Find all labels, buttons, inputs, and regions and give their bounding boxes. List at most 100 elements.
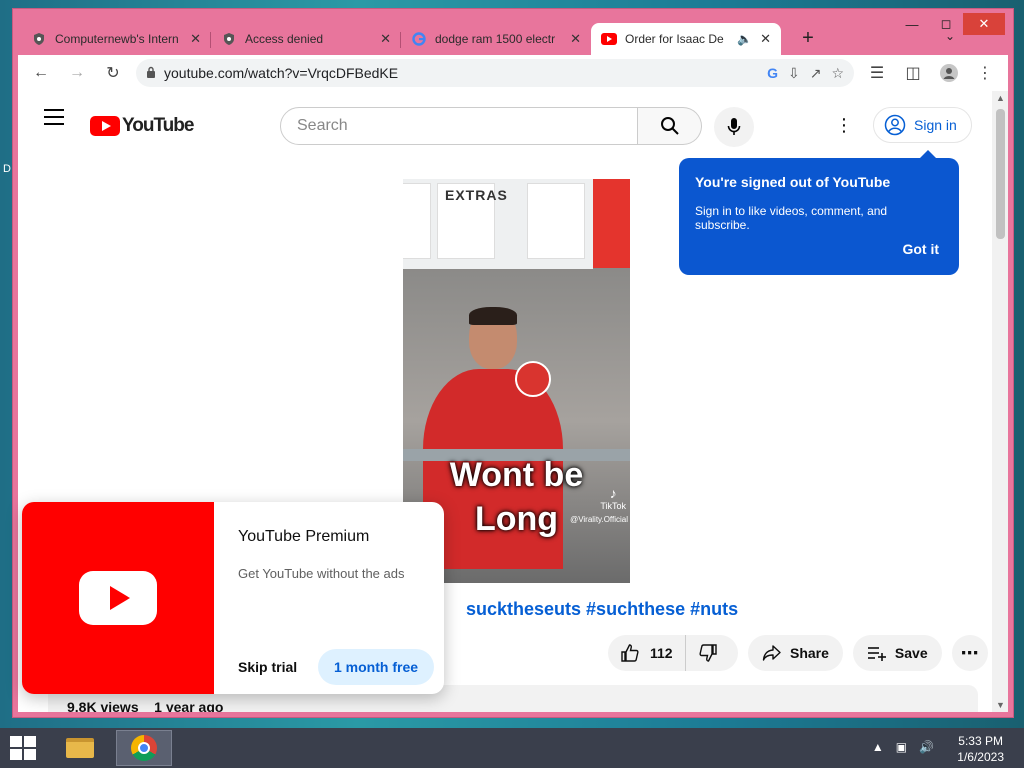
view-count: 9.8K views [67, 699, 139, 712]
system-tray: ▲ ▣ 🔊 [872, 740, 934, 754]
dislike-button[interactable] [686, 635, 730, 671]
google-translate-icon[interactable]: G [767, 65, 778, 82]
like-count: 112 [650, 645, 673, 661]
tab-access-denied[interactable]: Access denied ✕ [211, 23, 401, 55]
tooltip-body: Sign in to like videos, comment, and sub… [695, 204, 888, 232]
media-control-icon[interactable]: ☰ [864, 60, 890, 86]
youtube-logo[interactable]: YouTube [90, 115, 194, 137]
tiktok-icon: ♪ [609, 485, 617, 501]
microphone-icon [727, 118, 741, 135]
tiktok-watermark: ♪ TikTok [600, 485, 626, 511]
volume-icon[interactable]: 🔊 [919, 740, 934, 754]
chevron-down-icon[interactable]: ⌄ [945, 29, 955, 43]
tab-close-icon[interactable]: ✕ [190, 31, 201, 47]
speaker-icon[interactable]: 🔈 [737, 32, 752, 46]
account-icon [884, 114, 906, 136]
video-actions: 112 Share Save ⋯ [608, 635, 988, 671]
new-tab-button[interactable]: + [793, 23, 823, 53]
file-explorer-icon[interactable] [60, 732, 100, 764]
chrome-icon [131, 735, 157, 761]
profile-avatar-icon[interactable] [936, 60, 962, 86]
side-panel-icon[interactable]: ◫ [900, 60, 926, 86]
shield-icon [221, 31, 237, 47]
bookmark-star-icon[interactable]: ☆ [831, 65, 844, 82]
youtube-play-icon [90, 116, 120, 136]
video-board-text: EXTRAS [445, 187, 508, 203]
premium-promo-dialog: YouTube Premium Get YouTube without the … [22, 502, 444, 694]
close-window-button[interactable]: ✕ [963, 13, 1005, 35]
scroll-thumb[interactable] [996, 109, 1005, 239]
reload-icon[interactable]: ↻ [100, 60, 126, 86]
share-page-icon[interactable]: ↗ [810, 65, 822, 82]
tab-close-icon[interactable]: ✕ [760, 31, 771, 47]
tab-title: Computernewb's Intern [55, 32, 179, 46]
forward-icon[interactable]: → [64, 60, 90, 86]
clock-date: 1/6/2023 [957, 750, 1004, 764]
tab-computernewb[interactable]: Computernewb's Intern ✕ [21, 23, 211, 55]
tab-close-icon[interactable]: ✕ [380, 31, 391, 47]
tab-strip: Computernewb's Intern ✕ Access denied ✕ … [21, 21, 963, 55]
thumbs-down-icon [699, 644, 717, 662]
sign-in-label: Sign in [914, 117, 957, 133]
view-stats: 9.8K views 1 year ago [67, 699, 223, 712]
show-hidden-icons-icon[interactable]: ▲ [872, 740, 884, 754]
video-frame-clock [515, 361, 551, 397]
tab-title: Order for Isaac De [625, 32, 724, 46]
url-text: youtube.com/watch?v=VrqcDFBedKE [164, 65, 399, 81]
got-it-button[interactable]: Got it [902, 241, 939, 257]
desktop-edge-mark: D [3, 163, 11, 175]
settings-more-icon[interactable]: ⋮ [835, 115, 853, 136]
address-bar[interactable]: youtube.com/watch?v=VrqcDFBedKE G ⇩ ↗ ☆ [136, 59, 854, 87]
skip-trial-button[interactable]: Skip trial [238, 659, 297, 675]
tooltip-arrow [919, 150, 937, 159]
tab-close-icon[interactable]: ✕ [570, 31, 581, 47]
browser-menu-icon[interactable]: ⋮ [972, 60, 998, 86]
youtube-play-icon [79, 571, 157, 625]
back-icon[interactable]: ← [28, 60, 54, 86]
video-frame-menu-board: EXTRAS [403, 179, 593, 269]
voice-search-button[interactable] [714, 107, 754, 147]
share-icon [762, 645, 781, 661]
search-bar: Search [280, 107, 702, 145]
chrome-taskbar-button[interactable] [116, 730, 172, 766]
scroll-up-icon[interactable]: ▲ [996, 93, 1005, 103]
tab-title: dodge ram 1500 electr [435, 32, 556, 46]
browser-toolbar: ← → ↻ youtube.com/watch?v=VrqcDFBedKE G … [18, 55, 1008, 91]
taskbar-clock[interactable]: 5:33 PM 1/6/2023 [957, 733, 1004, 765]
save-button[interactable]: Save [852, 635, 942, 671]
sign-in-button[interactable]: Sign in [873, 107, 972, 143]
promo-description: Get YouTube without the ads [238, 566, 405, 581]
promo-title: YouTube Premium [238, 528, 370, 545]
page-scrollbar[interactable]: ▲ ▼ [992, 91, 1008, 712]
signed-out-tooltip: You're signed out of YouTube Sign in to … [679, 150, 959, 275]
video-hashtags[interactable]: sucktheseuts #suchthese #nuts [466, 599, 738, 620]
install-icon[interactable]: ⇩ [788, 65, 800, 82]
shield-icon [31, 31, 47, 47]
tab-title: Access denied [245, 32, 324, 46]
search-icon [660, 117, 679, 135]
like-dislike-group: 112 [608, 635, 738, 671]
network-icon[interactable]: ▣ [896, 740, 907, 754]
upload-time: 1 year ago [154, 699, 224, 712]
tab-order-for-isaac[interactable]: Order for Isaac De 🔈 ✕ [591, 23, 781, 55]
promo-banner [22, 502, 214, 694]
tab-dodge-ram[interactable]: dodge ram 1500 electr ✕ [401, 23, 591, 55]
search-input[interactable]: Search [280, 107, 638, 145]
share-button[interactable]: Share [748, 635, 843, 671]
youtube-header: YouTube Search ⋮ Sign in [18, 91, 992, 147]
share-label: Share [790, 645, 829, 661]
add-to-playlist-icon [867, 647, 886, 661]
windows-start-icon[interactable] [10, 736, 36, 760]
like-button[interactable]: 112 [608, 635, 686, 671]
clock-time: 5:33 PM [958, 734, 1003, 748]
save-label: Save [894, 645, 928, 661]
free-trial-button[interactable]: 1 month free [318, 649, 435, 685]
more-actions-icon[interactable]: ⋯ [951, 635, 988, 671]
google-icon [411, 31, 427, 47]
lock-icon[interactable] [146, 65, 156, 81]
youtube-logo-text: YouTube [122, 115, 194, 136]
youtube-icon [601, 31, 617, 47]
hamburger-menu-icon[interactable] [44, 109, 64, 130]
scroll-down-icon[interactable]: ▼ [996, 700, 1005, 710]
search-button[interactable] [638, 107, 702, 145]
